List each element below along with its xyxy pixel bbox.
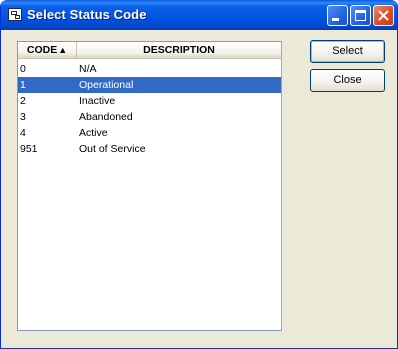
row-description: Inactive — [79, 95, 116, 107]
row-code: 1 — [20, 79, 26, 91]
list-row[interactable]: 4 Active — [18, 125, 281, 141]
list-rows: 0 N/A 1 Operational 2 Inactive 3 Abandoned 4 Acti… — [18, 61, 281, 157]
close-icon — [378, 10, 389, 21]
select-status-code-dialog: Select Status Code CODE▲ DESCRIPTION 0 N/… — [0, 0, 398, 349]
row-code: 3 — [20, 111, 26, 123]
minimize-button[interactable] — [327, 5, 348, 26]
column-header-description-label: DESCRIPTION — [143, 44, 215, 56]
window-title: Select Status Code — [27, 7, 147, 22]
list-row[interactable]: 951 Out of Service — [18, 141, 281, 157]
sort-ascending-icon: ▲ — [58, 45, 68, 55]
close-window-button[interactable] — [373, 5, 394, 26]
maximize-icon — [355, 10, 366, 21]
row-description: Out of Service — [79, 143, 146, 155]
app-icon[interactable] — [8, 8, 22, 21]
list-row[interactable]: 1 Operational — [18, 77, 281, 93]
column-header-description[interactable]: DESCRIPTION — [77, 42, 281, 58]
column-header-code-label: CODE — [26, 44, 58, 56]
column-header-code[interactable]: CODE▲ — [18, 42, 77, 58]
row-description: Active — [79, 127, 108, 139]
list-header: CODE▲ DESCRIPTION — [18, 42, 281, 59]
close-button[interactable]: Close — [310, 69, 385, 92]
maximize-button[interactable] — [350, 5, 371, 26]
row-description: Abandoned — [79, 111, 133, 123]
status-code-list[interactable]: CODE▲ DESCRIPTION 0 N/A 1 Operational 2 Inact… — [17, 41, 282, 331]
row-code: 2 — [20, 95, 26, 107]
row-code: 4 — [20, 127, 26, 139]
row-code: 951 — [20, 143, 38, 155]
list-row[interactable]: 0 N/A — [18, 61, 281, 77]
row-description: N/A — [79, 63, 97, 75]
row-code: 0 — [20, 63, 26, 75]
title-bar[interactable]: Select Status Code — [1, 0, 397, 30]
row-description: Operational — [79, 79, 134, 91]
select-button[interactable]: Select — [310, 40, 385, 63]
minimize-icon — [332, 18, 339, 21]
list-row[interactable]: 3 Abandoned — [18, 109, 281, 125]
list-row[interactable]: 2 Inactive — [18, 93, 281, 109]
